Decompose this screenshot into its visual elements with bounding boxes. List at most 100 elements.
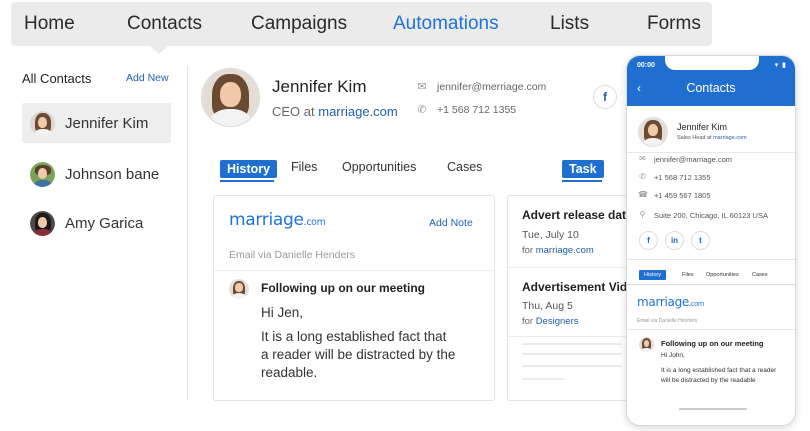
task-card — [507, 195, 637, 401]
tab-history-underline — [220, 180, 274, 182]
contact-item-jennifer-kim[interactable]: Jennifer Kim — [22, 103, 171, 143]
phone-message-body-line: It is a long established fact that a rea… — [661, 367, 777, 374]
tab-files[interactable]: Files — [291, 160, 317, 174]
message-body-line: a reader will be distracted by the — [261, 347, 456, 362]
phone-company-link[interactable]: marriage.com — [713, 135, 747, 141]
placeholder-line — [522, 378, 564, 380]
mail-icon: ✉ — [639, 154, 646, 163]
phone-home-indicator — [679, 408, 747, 410]
phone-message-avatar — [639, 337, 654, 352]
phone-tab-divider — [627, 284, 795, 285]
nav-campaigns[interactable]: Campaigns — [251, 13, 347, 35]
nav-contacts[interactable]: Contacts — [127, 13, 202, 35]
contact-item-johnson-bane[interactable]: Johnson bane — [22, 154, 171, 194]
phone-email[interactable]: jennifer@marriage.com — [654, 155, 732, 164]
phone-divider — [627, 259, 795, 260]
phone-tab-opportunities[interactable]: Opportunities — [706, 272, 739, 278]
task-divider — [508, 336, 628, 337]
phone-address: Suite 200, Chicago, IL 60123 USA — [654, 211, 768, 220]
placeholder-line — [522, 365, 622, 367]
phone-logo-main: marriage — [637, 295, 689, 309]
task-for-prefix: for — [522, 245, 534, 256]
phone-icon: ✆ — [639, 172, 646, 181]
message-subject[interactable]: Following up on our meeting — [261, 281, 425, 295]
phone-tab-files[interactable]: Files — [682, 272, 694, 278]
tab-opportunities[interactable]: Opportunities — [342, 160, 416, 174]
linkedin-icon[interactable]: in — [665, 231, 684, 250]
phone-divider — [627, 152, 795, 153]
email-via: Email via Danielle Henders — [229, 249, 356, 261]
nav-forms[interactable]: Forms — [647, 13, 701, 35]
divider — [187, 66, 188, 400]
phone-tab-cases[interactable]: Cases — [752, 272, 768, 278]
profile-email[interactable]: jennifer@merriage.com — [437, 81, 546, 93]
phone-profile-avatar — [638, 117, 668, 147]
phone-message-subject[interactable]: Following up on our meeting — [661, 339, 764, 348]
logo-main: marriage — [229, 210, 304, 230]
phone-message-greeting: Hi John, — [661, 352, 685, 359]
task-for-prefix: for — [522, 316, 534, 327]
card-divider — [214, 270, 494, 271]
phone-icon: ✆ — [417, 104, 427, 116]
avatar — [30, 111, 55, 136]
facebook-icon[interactable]: f — [639, 231, 658, 250]
tab-task-underline — [562, 180, 602, 182]
logo-suffix: .com — [303, 217, 326, 228]
tab-task[interactable]: Task — [562, 160, 604, 178]
profile-avatar — [201, 68, 260, 127]
task-for-link[interactable]: Designers — [536, 316, 579, 327]
profile-name: Jennifer Kim — [272, 77, 367, 96]
top-nav: Home Contacts Campaigns Automations List… — [11, 2, 712, 46]
phone-email-via: Email via Danielle Henders — [637, 318, 698, 324]
phone-role-prefix: Sales Head at — [677, 135, 712, 141]
phone-notch — [665, 56, 759, 70]
tab-history[interactable]: History — [220, 160, 278, 178]
phone-phone2[interactable]: +1 459 567 1805 — [654, 191, 711, 200]
fax-icon: ☎ — [638, 190, 648, 199]
phone-time: 00:00 — [637, 62, 655, 69]
nav-automations[interactable]: Automations — [393, 13, 499, 35]
phone-title: Contacts — [686, 81, 736, 95]
nav-lists[interactable]: Lists — [550, 13, 589, 35]
avatar — [30, 211, 55, 236]
contact-name: Amy Garica — [65, 215, 144, 232]
phone-profile-role: Sales Head at marriage.com — [677, 135, 747, 141]
profile-phone[interactable]: +1 568 712 1355 — [437, 104, 516, 116]
task-for: for Designers — [522, 316, 579, 327]
contact-name: Jennifer Kim — [65, 115, 149, 132]
task-date: Tue, July 10 — [522, 229, 579, 241]
message-body-line: It is a long established fact that — [261, 329, 447, 344]
phone-marriage-logo: marriage.com — [637, 295, 704, 309]
phone-message-body-line: will be distracted by the readable — [661, 377, 756, 384]
message-body-line: readable. — [261, 365, 318, 380]
mail-icon: ✉ — [417, 81, 427, 93]
profile-role: CEO at marriage.com — [272, 104, 398, 119]
message-greeting: Hi Jen, — [261, 305, 304, 320]
nav-home[interactable]: Home — [24, 13, 75, 35]
phone-phone1[interactable]: +1 568 712 1355 — [654, 173, 711, 182]
placeholder-line — [522, 353, 622, 355]
phone-profile-name: Jennifer Kim — [677, 122, 728, 132]
phone-logo-suffix: .com — [689, 300, 704, 308]
facebook-icon[interactable]: f — [593, 85, 617, 109]
marriage-logo: marriage.com — [229, 210, 326, 230]
twitter-icon[interactable]: t — [691, 231, 710, 250]
tab-cases[interactable]: Cases — [447, 160, 482, 174]
contact-item-amy-garica[interactable]: Amy Garica — [22, 203, 171, 243]
phone-status-icons: ▾ ▮ — [774, 62, 787, 69]
task-divider — [508, 267, 628, 268]
phone-mockup: 00:00 ▾ ▮ ‹ Contacts Jennifer Kim Sales … — [626, 55, 796, 426]
add-new-contact-link[interactable]: Add New — [126, 72, 169, 84]
task-for: for marriage.com — [522, 245, 594, 256]
phone-tab-history[interactable]: History — [639, 270, 667, 280]
role-prefix: CEO at — [272, 104, 315, 119]
task-date: Thu, Aug 5 — [522, 300, 573, 312]
company-link[interactable]: marriage.com — [318, 104, 397, 119]
location-pin-icon: ⚲ — [639, 210, 646, 219]
add-note-button[interactable]: Add Note — [429, 217, 473, 229]
placeholder-line — [522, 343, 622, 345]
phone-divider — [627, 329, 795, 330]
task-title[interactable]: Advert release date — [522, 208, 633, 222]
task-for-link[interactable]: marriage.com — [536, 245, 594, 256]
task-title[interactable]: Advertisement Video — [522, 280, 641, 294]
